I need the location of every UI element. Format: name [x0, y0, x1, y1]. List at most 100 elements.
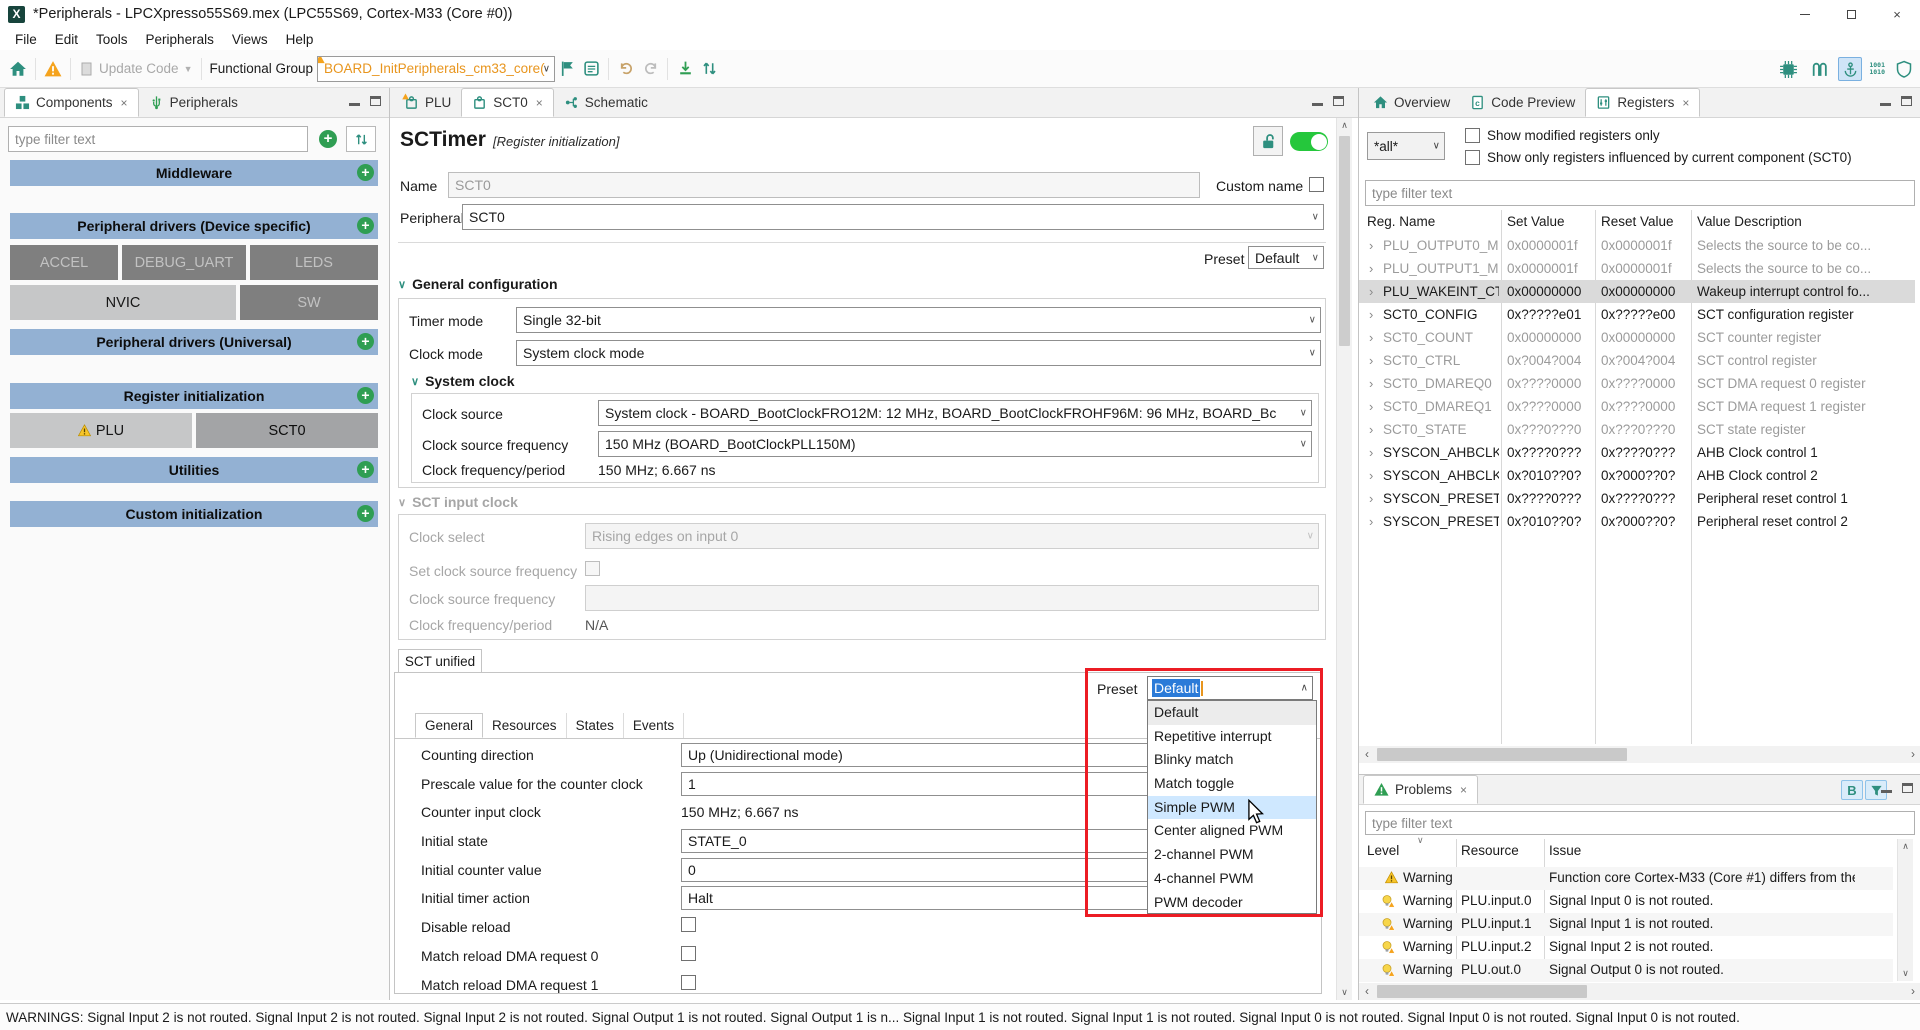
expand-chevron-icon[interactable]: › [1369, 284, 1373, 299]
register-row[interactable]: ›SYSCON_PRESETCT0x????0???0x????0???Peri… [1359, 487, 1915, 510]
tab-overview[interactable]: Overview [1363, 88, 1460, 117]
col-reg-name[interactable]: Reg. Name [1367, 214, 1435, 229]
show-influenced-checkbox[interactable] [1465, 150, 1480, 165]
vertical-scrollbar[interactable]: ∧ ∨ [1336, 118, 1352, 1000]
preset-option-center-aligned-pwm[interactable]: Center aligned PWM [1148, 819, 1316, 843]
preset-option-repetitive-interrupt[interactable]: Repetitive interrupt [1148, 725, 1316, 749]
tab-components[interactable]: Components× [4, 88, 139, 117]
plus-icon[interactable]: + [357, 461, 374, 478]
problems-filter-input[interactable] [1365, 811, 1915, 835]
match-reload-dma-request-1-checkbox[interactable] [681, 975, 696, 990]
maximize-panel-icon[interactable] [1901, 96, 1912, 106]
preset-dropdown-combo[interactable]: Default ∧ [1147, 676, 1313, 700]
sort-icon[interactable] [697, 57, 721, 81]
col-level[interactable]: Level [1367, 843, 1399, 858]
col-resource[interactable]: Resource [1461, 843, 1519, 858]
components-filter-input[interactable] [8, 126, 308, 152]
tab-events[interactable]: Events [624, 713, 684, 738]
clock-source-select[interactable]: System clock - BOARD_BootClockFRO12M: 12… [598, 400, 1312, 426]
problem-row[interactable]: WarningPLU.input.2Signal Input 2 is not … [1359, 936, 1893, 959]
horizontal-scrollbar[interactable]: ‹ › [1359, 746, 1920, 763]
clocks-tool-icon[interactable] [1776, 57, 1800, 81]
tab-sct-unified[interactable]: SCT unified [398, 649, 482, 673]
tab-general[interactable]: General [415, 713, 483, 738]
menu-peripherals[interactable]: Peripherals [137, 32, 223, 47]
tab-resources[interactable]: Resources [483, 713, 567, 738]
expand-chevron-icon[interactable]: › [1369, 468, 1373, 483]
minimize-panel-icon[interactable] [1881, 790, 1892, 793]
tab-sct0[interactable]: SCT0× [461, 88, 554, 117]
maximize-panel-icon[interactable] [1902, 783, 1913, 793]
register-row[interactable]: ›PLU_WAKEINT_CTR0x000000000x00000000Wake… [1359, 280, 1915, 303]
menu-edit[interactable]: Edit [46, 32, 87, 47]
preset-option-simple-pwm[interactable]: Simple PWM [1148, 796, 1316, 820]
preset-option-pwm-decoder[interactable]: PWM decoder [1148, 891, 1316, 915]
register-row[interactable]: ›SCT0_DMAREQ10x????00000x????0000SCT DMA… [1359, 395, 1915, 418]
expand-chevron-icon[interactable]: › [1369, 307, 1373, 322]
menu-file[interactable]: File [6, 32, 46, 47]
enable-toggle[interactable] [1290, 132, 1328, 151]
tab-states[interactable]: States [567, 713, 624, 738]
register-row[interactable]: ›SCT0_CONFIG0x?????e010x?????e00SCT conf… [1359, 303, 1915, 326]
minimize-panel-icon[interactable] [349, 103, 360, 106]
component-nvic-button[interactable]: NVIC [10, 285, 236, 320]
update-code-button[interactable]: Update Code ▼ [76, 61, 196, 76]
maximize-button[interactable] [1828, 0, 1874, 28]
tab-peripherals[interactable]: Peripherals [139, 88, 248, 117]
warning-icon[interactable] [41, 57, 65, 81]
menu-help[interactable]: Help [277, 32, 323, 47]
undo-icon[interactable] [614, 57, 638, 81]
component-leds-button[interactable]: LEDS [250, 245, 378, 280]
expand-chevron-icon[interactable]: › [1369, 238, 1373, 253]
match-reload-dma-request-0-checkbox[interactable] [681, 946, 696, 961]
general-configuration-header[interactable]: ∨General configuration [398, 276, 558, 292]
expand-chevron-icon[interactable]: › [1369, 514, 1373, 529]
component-sw-button[interactable]: SW [240, 285, 378, 320]
preset-option-4-channel-pwm[interactable]: 4-channel PWM [1148, 867, 1316, 891]
expand-chevron-icon[interactable]: › [1369, 399, 1373, 414]
register-row[interactable]: ›PLU_OUTPUT1_MU0x0000001f0x0000001fSelec… [1359, 257, 1915, 280]
component-plu-button[interactable]: PLU [10, 413, 192, 448]
close-button[interactable]: × [1874, 0, 1920, 28]
redo-icon[interactable] [638, 57, 662, 81]
section-drivers-universal[interactable]: Peripheral drivers (Universal) + [10, 329, 378, 355]
component-sct0-button[interactable]: SCT0 [196, 413, 378, 448]
clock-mode-select[interactable]: System clock mode∨ [516, 340, 1321, 366]
expand-chevron-icon[interactable]: › [1369, 376, 1373, 391]
vertical-scrollbar[interactable]: ∧ ∨ [1897, 839, 1913, 981]
section-utilities[interactable]: Utilities + [10, 457, 378, 483]
section-middleware[interactable]: Middleware + [10, 160, 378, 186]
plus-icon[interactable]: + [357, 217, 374, 234]
shield-tool-icon[interactable] [1892, 57, 1916, 81]
registers-filter-input[interactable] [1365, 180, 1915, 206]
section-drivers-device[interactable]: Peripheral drivers (Device specific) + [10, 213, 378, 239]
show-modified-checkbox[interactable] [1465, 128, 1480, 143]
expand-chevron-icon[interactable]: › [1369, 422, 1373, 437]
register-row[interactable]: ›SYSCON_AHBCLKC0x????0???0x????0???AHB C… [1359, 441, 1915, 464]
toggle-b-button[interactable]: B [1841, 780, 1863, 800]
preset-option-match-toggle[interactable]: Match toggle [1148, 772, 1316, 796]
sct-input-clock-header[interactable]: ∨SCT input clock [398, 494, 518, 510]
tab-problems[interactable]: Problems× [1363, 775, 1478, 804]
maximize-panel-icon[interactable] [370, 96, 381, 106]
expand-chevron-icon[interactable]: › [1369, 330, 1373, 345]
register-row[interactable]: ›SCT0_STATE0x???0???00x???0???0SCT state… [1359, 418, 1915, 441]
timer-mode-select[interactable]: Single 32-bit∨ [516, 307, 1321, 333]
col-set-value[interactable]: Set Value [1507, 214, 1565, 229]
problem-row[interactable]: WarningPLU.out.0Signal Output 0 is not r… [1359, 959, 1893, 982]
register-scope-select[interactable]: *all*∨ [1367, 132, 1445, 160]
expand-chevron-icon[interactable]: › [1369, 261, 1373, 276]
tab-code-preview[interactable]: c Code Preview [1460, 88, 1585, 117]
preset-select[interactable]: Default∨ [1248, 246, 1324, 269]
plus-icon[interactable]: + [357, 387, 374, 404]
preset-option-default[interactable]: Default [1148, 701, 1316, 725]
menu-views[interactable]: Views [223, 32, 277, 47]
form-list-icon[interactable] [579, 57, 603, 81]
component-debug-uart-button[interactable]: DEBUG_UART [122, 245, 246, 280]
minimize-panel-icon[interactable] [1312, 103, 1323, 106]
expand-chevron-icon[interactable]: › [1369, 445, 1373, 460]
system-clock-header[interactable]: ∨System clock [411, 373, 515, 389]
tab-plu[interactable]: PLU [394, 88, 461, 117]
register-row[interactable]: ›PLU_OUTPUT0_MU0x0000001f0x0000001fSelec… [1359, 234, 1915, 257]
col-reset-value[interactable]: Reset Value [1601, 214, 1674, 229]
